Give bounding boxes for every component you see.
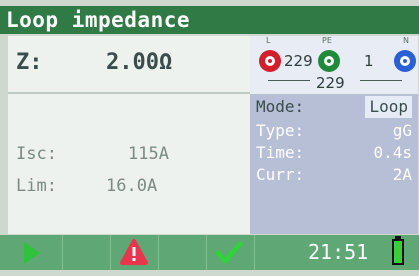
lim-value: 16.0A bbox=[106, 176, 158, 196]
terminal-voltage-panel: L PE N 229 1 229 bbox=[250, 36, 418, 94]
param-curr[interactable]: Curr: 2A bbox=[250, 164, 418, 186]
param-type[interactable]: Type: gG bbox=[250, 120, 418, 142]
play-icon bbox=[24, 242, 40, 264]
param-mode[interactable]: Mode: Loop bbox=[250, 96, 418, 118]
results-panel: Z: 2.00Ω Isc: 115A Lim: 16.0A bbox=[8, 36, 250, 234]
page-title: Loop impedance bbox=[6, 8, 191, 32]
softkey-4[interactable] bbox=[158, 235, 207, 270]
isc-label: Isc: bbox=[16, 144, 57, 164]
softkey-2[interactable] bbox=[62, 235, 111, 270]
lim-label: Lim: bbox=[16, 176, 57, 196]
z-value: 2.00Ω bbox=[106, 50, 173, 75]
terminal-l-label: L bbox=[266, 36, 271, 45]
type-value: gG bbox=[392, 121, 412, 140]
terminal-n-label: N bbox=[403, 36, 409, 45]
meter-screen: Loop impedance Z: 2.00Ω Isc: 115A Lim: 1… bbox=[0, 0, 419, 276]
voltage-line-right bbox=[360, 80, 402, 81]
terminal-pe-label: PE bbox=[322, 36, 332, 45]
voltage-l-n: 229 bbox=[316, 74, 345, 92]
isc-value: 115A bbox=[128, 144, 169, 164]
clock: 21:51 bbox=[308, 240, 369, 264]
z-label: Z: bbox=[16, 50, 43, 75]
voltage-line-left bbox=[268, 80, 310, 81]
type-label: Type: bbox=[256, 121, 305, 140]
mode-value: Loop bbox=[365, 96, 412, 118]
check-icon bbox=[215, 241, 243, 264]
pass-indicator bbox=[206, 235, 255, 270]
parameters-panel: L PE N 229 1 229 Mode: Loop Type: gG Tim… bbox=[250, 36, 418, 234]
terminal-l-icon bbox=[259, 50, 281, 72]
mode-label: Mode: bbox=[256, 97, 305, 116]
curr-value: 2A bbox=[392, 165, 412, 184]
start-button[interactable] bbox=[14, 235, 63, 270]
title-bar: Loop impedance bbox=[0, 6, 419, 34]
status-bar: 21:51 bbox=[0, 235, 419, 270]
time-value: 0.4s bbox=[373, 143, 412, 162]
terminal-pe-icon bbox=[318, 50, 340, 72]
battery-icon bbox=[392, 239, 404, 265]
time-label: Time: bbox=[256, 143, 305, 162]
curr-label: Curr: bbox=[256, 165, 305, 184]
terminal-n-icon bbox=[394, 50, 416, 72]
param-time[interactable]: Time: 0.4s bbox=[250, 142, 418, 164]
voltage-l-pe: 229 bbox=[284, 52, 313, 70]
warning-icon bbox=[120, 239, 148, 265]
divider bbox=[8, 92, 250, 94]
warning-button[interactable] bbox=[110, 235, 159, 270]
voltage-pe-n: 1 bbox=[364, 52, 374, 70]
